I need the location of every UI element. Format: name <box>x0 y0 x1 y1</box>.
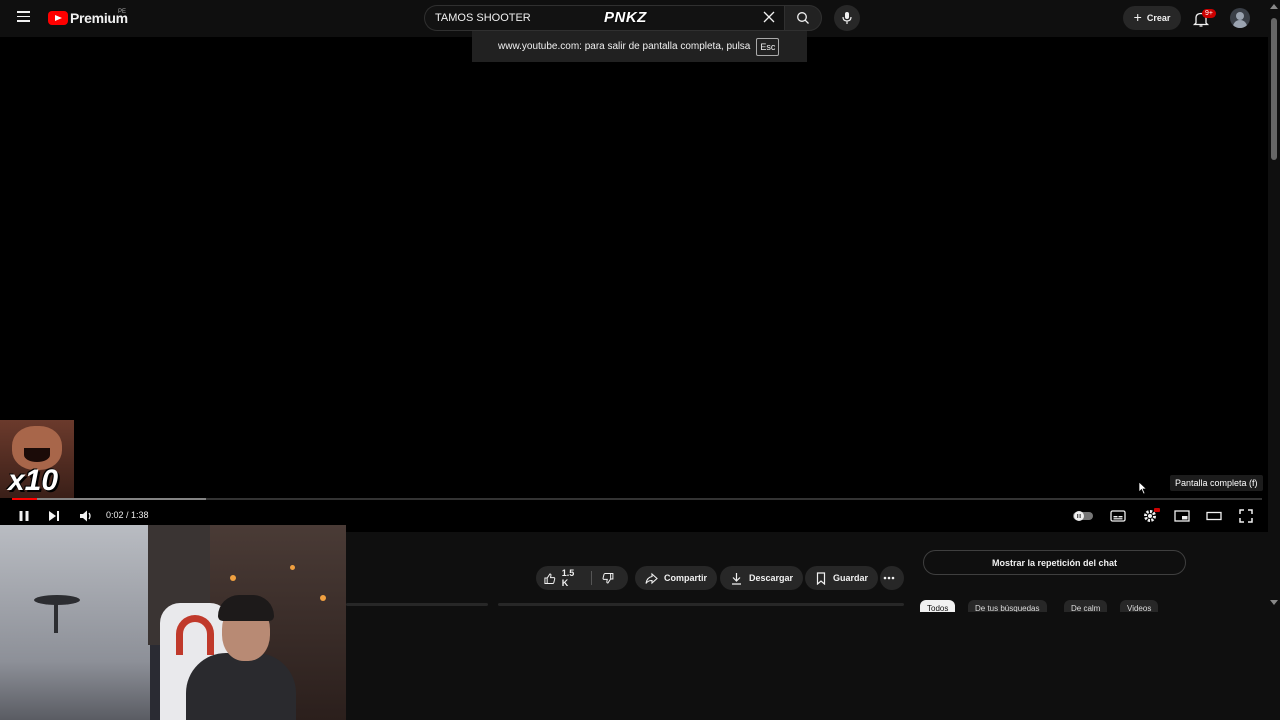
webcam-wall <box>0 525 150 720</box>
autoplay-toggle-icon[interactable] <box>1072 510 1094 522</box>
more-group <box>880 566 904 590</box>
fullscreen-tooltip: Pantalla completa (f) <box>1170 475 1263 491</box>
reaction-overlay-image: x10 <box>0 420 74 498</box>
fullscreen-notice-text: www.youtube.com: para salir de pantalla … <box>498 41 751 52</box>
multiplier-text: x10 <box>8 464 59 497</box>
chip-all[interactable]: Todos <box>920 600 956 612</box>
avatar[interactable] <box>1230 8 1250 28</box>
thumbs-up-icon <box>544 572 556 584</box>
chip-channel[interactable]: De calm <box>1064 600 1108 612</box>
share-group: Compartir <box>635 566 718 590</box>
plus-icon: + <box>1133 9 1142 25</box>
scroll-thumb[interactable] <box>1271 18 1277 160</box>
gaming-chair-accent <box>176 615 214 655</box>
page-scrollbar[interactable] <box>1268 0 1280 720</box>
time-display: 0:02 / 1:38 <box>106 510 149 520</box>
search-icon <box>797 12 809 24</box>
chip-videos[interactable]: Videos <box>1120 600 1159 612</box>
fullscreen-notice: www.youtube.com: para salir de pantalla … <box>472 31 807 62</box>
more-actions-button[interactable] <box>880 566 904 590</box>
streamer-hair <box>218 595 274 621</box>
save-label: Guardar <box>833 573 869 583</box>
fullscreen-icon[interactable] <box>1238 508 1254 524</box>
save-button[interactable]: Guardar <box>805 566 879 590</box>
clear-search-icon[interactable] <box>762 10 776 24</box>
volume-icon[interactable] <box>78 508 94 524</box>
menu-icon[interactable] <box>14 8 34 28</box>
progress-played <box>12 498 37 500</box>
pause-icon[interactable] <box>17 509 31 523</box>
reaction-mouth <box>24 448 50 462</box>
next-icon[interactable] <box>47 509 61 523</box>
chat-replay-label: Mostrar la repetición del chat <box>991 557 1118 568</box>
create-button[interactable]: + Crear <box>1123 6 1181 30</box>
mouse-cursor-icon <box>1138 481 1148 495</box>
content-placeholder-bar <box>346 603 488 606</box>
content-placeholder-bar <box>498 603 904 606</box>
related-filter-chips: Todos De tus búsquedas De calm Videos <box>920 600 1180 612</box>
more-horizontal-icon <box>883 576 895 580</box>
webcam-tree-trunk <box>54 603 58 633</box>
settings-gear-icon[interactable] <box>1142 507 1160 525</box>
download-button[interactable]: Descargar <box>720 566 804 590</box>
search-button[interactable] <box>784 5 822 31</box>
progress-buffered <box>12 498 206 500</box>
voice-search-button[interactable] <box>834 5 860 31</box>
city-light <box>320 595 326 601</box>
video-player[interactable] <box>0 37 1268 532</box>
streamer-webcam <box>0 525 346 720</box>
like-divider <box>591 571 593 585</box>
scroll-down-arrow-icon[interactable] <box>1270 600 1278 605</box>
show-chat-replay-button[interactable]: Mostrar la repetición del chat <box>923 550 1186 575</box>
like-button[interactable]: 1.5 K <box>536 566 628 590</box>
create-label: Crear <box>1146 13 1171 23</box>
save-group: Guardar <box>805 566 879 590</box>
youtube-play-icon <box>48 11 68 25</box>
microphone-icon <box>842 12 852 24</box>
subtitles-icon[interactable] <box>1110 509 1126 523</box>
city-light <box>290 565 295 570</box>
progress-bar[interactable] <box>12 498 1262 500</box>
chip-from-searches[interactable]: De tus búsquedas <box>968 600 1047 612</box>
theater-mode-icon[interactable] <box>1206 509 1222 523</box>
streamer-body <box>186 653 296 720</box>
share-label: Compartir <box>664 573 708 583</box>
city-light <box>230 575 236 581</box>
share-button[interactable]: Compartir <box>635 566 718 590</box>
youtube-logo[interactable]: Premium <box>48 10 128 26</box>
bookmark-icon <box>816 571 826 585</box>
search-value: TAMOS SHOOTER <box>435 12 531 24</box>
logo-region: PE <box>118 9 127 15</box>
download-label: Descargar <box>749 573 794 583</box>
scroll-up-arrow-icon[interactable] <box>1270 4 1278 9</box>
notifications-badge: 9+ <box>1202 9 1216 18</box>
like-count: 1.5 K <box>561 568 575 588</box>
like-dislike-group: 1.5 K <box>536 566 628 590</box>
thumbs-down-icon[interactable] <box>602 572 614 585</box>
share-arrow-icon <box>645 572 658 584</box>
miniplayer-icon[interactable] <box>1174 509 1190 523</box>
download-group: Descargar <box>720 566 804 590</box>
download-icon <box>732 572 741 585</box>
esc-key-hint: Esc <box>756 37 780 56</box>
brand-overlay-logo: PNKZ <box>604 9 647 26</box>
